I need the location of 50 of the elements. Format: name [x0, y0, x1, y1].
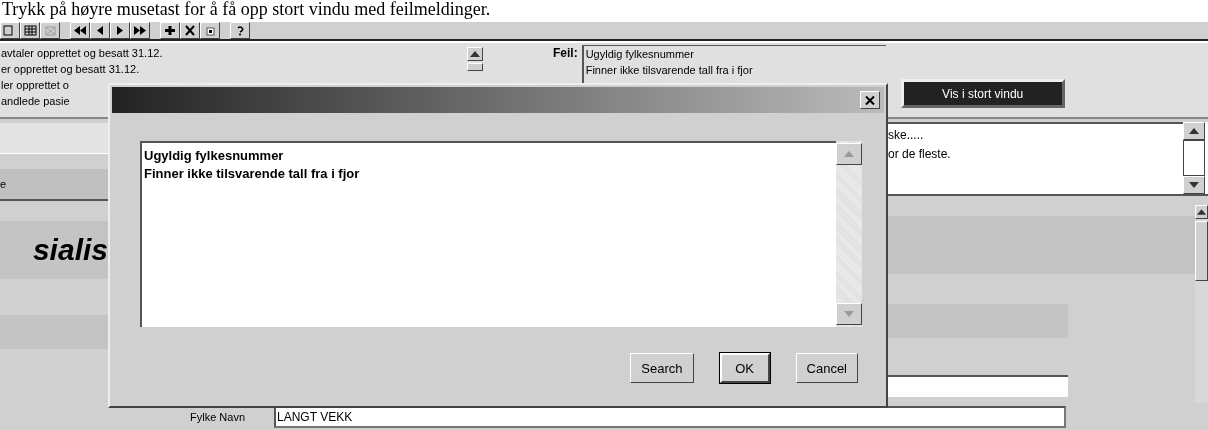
show-large-window-button[interactable]: Vis i stort vindu	[900, 79, 1065, 108]
delete-record-button[interactable]	[180, 22, 200, 39]
save-record-button[interactable]	[200, 22, 220, 39]
last-record-button[interactable]	[130, 22, 150, 39]
double-left-icon	[73, 25, 87, 36]
scroll-down-button[interactable]	[836, 303, 862, 325]
scroll-up-button[interactable]	[467, 47, 483, 61]
close-icon	[865, 95, 875, 105]
message-line: er opprettet og besatt 31.12.	[1, 62, 141, 77]
help-button[interactable]	[230, 22, 250, 39]
message-text-area[interactable]: Ugyldig fylkesnummer Finner ikke tilsvarende tall fra i fjor	[140, 141, 836, 327]
double-right-icon	[133, 25, 147, 36]
next-record-button[interactable]	[110, 22, 130, 39]
dialog-button[interactable]: Search	[630, 353, 694, 383]
error-field[interactable]: Ugyldig fylkesnummer Finner ikke tilsvarende tall fra i fjor	[581, 45, 886, 84]
scroll-thumb[interactable]	[1195, 221, 1208, 281]
close-button[interactable]	[860, 91, 880, 109]
first-record-button[interactable]	[70, 22, 90, 39]
previous-record-button[interactable]	[90, 22, 110, 39]
grid-x-icon	[43, 25, 57, 36]
scroll-up-button[interactable]	[836, 143, 862, 165]
x-icon	[183, 25, 197, 36]
scroll-thumb[interactable]	[467, 63, 483, 71]
up-arrow-icon	[469, 49, 481, 59]
down-arrow-icon	[843, 309, 855, 319]
dialog-button[interactable]: Cancel	[795, 353, 858, 383]
up-arrow-icon	[1196, 207, 1207, 217]
up-arrow-icon	[843, 149, 855, 159]
message-line: andlede pasie	[1, 94, 71, 109]
scroll-down-button[interactable]	[1183, 176, 1205, 194]
down-arrow-icon	[1188, 180, 1200, 190]
field-label: Fylke Navn	[190, 410, 247, 423]
form-heading: sialis	[32, 233, 108, 267]
new-record-button[interactable]	[160, 22, 180, 39]
up-arrow-icon	[1188, 126, 1200, 136]
table-icon	[23, 25, 37, 36]
scroll-up-button[interactable]	[1195, 205, 1208, 219]
form-view-button[interactable]	[0, 22, 20, 39]
message-line: ler opprettet o	[1, 78, 70, 93]
input-field[interactable]	[888, 375, 1068, 397]
dialog-button[interactable]: OK	[719, 353, 770, 383]
delete-view-button[interactable]	[40, 22, 60, 39]
comment-field[interactable]: ske..... or de fleste.	[888, 122, 1183, 194]
caption-text: Trykk på høyre musetast for å få opp stort vindu med feilmeldinger.	[1, 0, 492, 21]
plus-icon	[163, 25, 177, 36]
datasheet-button[interactable]	[20, 22, 40, 39]
scroll-up-button[interactable]	[1183, 122, 1205, 140]
message-line: avtaler opprettet og besatt 31.12.	[1, 46, 164, 61]
column-label: e	[0, 178, 7, 190]
error-label: Feil:	[553, 46, 578, 62]
